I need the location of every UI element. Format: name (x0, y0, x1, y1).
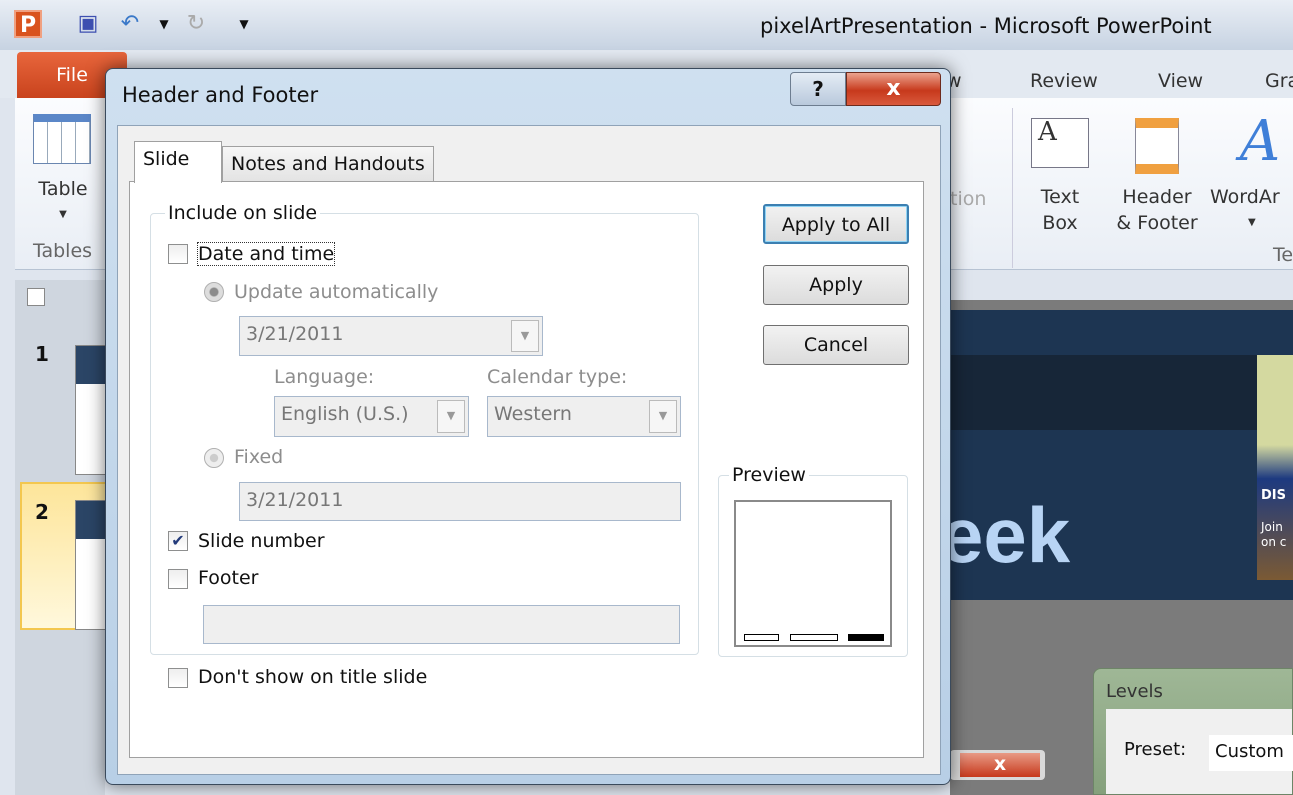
slide-number-placeholder (848, 634, 884, 641)
date-placeholder (744, 634, 779, 641)
language-select[interactable]: English (U.S.) ▼ (274, 396, 469, 437)
footer-label[interactable]: Footer (198, 567, 258, 589)
update-automatically-label[interactable]: Update automatically (234, 281, 438, 303)
chevron-down-icon: ▼ (511, 320, 539, 352)
text-box-icon: A (1031, 118, 1089, 168)
close-button[interactable]: x (846, 72, 941, 106)
slide-badge: DIS (1261, 488, 1286, 503)
wordart-icon: A (1239, 109, 1281, 174)
fixed-date-input[interactable]: 3/21/2011 (239, 482, 681, 521)
slide-badge-sub: Join on c (1261, 520, 1286, 550)
preset-select[interactable]: Custom (1209, 735, 1293, 771)
table-button[interactable]: Table ▼ (33, 114, 93, 228)
text-box-label-2: Box (1042, 212, 1078, 234)
levels-dialog: Levels Preset: Custom (1093, 668, 1293, 795)
dialog-client: Slide Notes and Handouts Include on slid… (117, 125, 941, 775)
action-label[interactable]: tion (950, 186, 986, 212)
preset-label: Preset: (1124, 739, 1187, 760)
slide-number-1: 1 (35, 342, 49, 366)
text-group-label: Te (1273, 244, 1293, 266)
chevron-down-icon: ▼ (59, 209, 67, 220)
footer-input[interactable] (203, 605, 680, 644)
text-box-button[interactable]: A Text Box (1027, 118, 1093, 236)
help-button[interactable]: ? (790, 72, 846, 106)
chevron-down-icon: ▼ (437, 400, 465, 433)
slide-heading: eek (940, 491, 1071, 579)
update-automatically-radio[interactable] (204, 282, 224, 302)
date-time-checkbox[interactable] (168, 244, 188, 264)
chevron-down-icon: ▼ (649, 400, 677, 433)
outline-toggle-icon[interactable] (27, 288, 45, 306)
background-window: x (950, 750, 1045, 780)
apply-to-all-button[interactable]: Apply to All (763, 204, 909, 244)
calendar-type-value: Western (494, 403, 572, 425)
header-footer-button[interactable]: Header & Footer (1107, 118, 1207, 236)
preview-label: Preview (732, 464, 806, 486)
window-title: pixelArtPresentation - Microsoft PowerPo… (760, 14, 1212, 38)
customize-toolbar-icon[interactable]: ▼ (230, 10, 258, 38)
fixed-radio[interactable] (204, 448, 224, 468)
wordart-label: WordAr (1210, 186, 1280, 208)
slide-number-2: 2 (35, 500, 49, 524)
group-label: Include on slide (168, 202, 318, 224)
apply-button[interactable]: Apply (763, 265, 909, 305)
date-format-value: 3/21/2011 (246, 323, 344, 345)
date-format-select[interactable]: 3/21/2011 ▼ (239, 316, 543, 356)
group-divider (1012, 108, 1013, 268)
language-value: English (U.S.) (281, 403, 409, 425)
header-footer-dialog: Header and Footer ? x Slide Notes and Ha… (105, 68, 951, 785)
header-footer-label-2: & Footer (1116, 212, 1198, 234)
tab-pane: Include on slide Date and time Update au… (129, 181, 924, 758)
dialog-title: Header and Footer (122, 83, 319, 107)
footer-checkbox[interactable] (168, 569, 188, 589)
undo-dropdown-icon[interactable]: ▼ (150, 10, 178, 38)
dont-show-title-checkbox[interactable] (168, 668, 188, 688)
tab-view[interactable]: View (1158, 70, 1203, 92)
table-label: Table (38, 178, 88, 200)
calendar-type-select[interactable]: Western ▼ (487, 396, 681, 437)
tab-notes-and-handouts[interactable]: Notes and Handouts (222, 146, 434, 184)
tables-group-label: Tables (33, 240, 93, 262)
wordart-button[interactable]: A WordAr ▼ (1210, 112, 1293, 236)
dont-show-title-label[interactable]: Don't show on title slide (198, 666, 427, 688)
badge-line: on c (1261, 535, 1287, 549)
levels-title: Levels (1106, 681, 1163, 702)
text-box-label-1: Text (1040, 186, 1080, 208)
language-label: Language: (274, 366, 375, 388)
slide-banner (950, 355, 1293, 430)
badge-line: Join (1261, 520, 1283, 534)
powerpoint-logo-icon: P (14, 10, 42, 38)
preview-box (734, 500, 892, 647)
date-time-label[interactable]: Date and time (196, 242, 336, 266)
chevron-down-icon: ▼ (1248, 217, 1256, 228)
redo-icon[interactable]: ↻ (182, 10, 210, 38)
slides-pane: 1 2 (15, 280, 120, 795)
table-icon (33, 114, 91, 164)
tab-slide[interactable]: Slide (134, 141, 222, 183)
fixed-label[interactable]: Fixed (234, 446, 283, 468)
tab-review[interactable]: Review (1030, 70, 1098, 92)
cancel-button[interactable]: Cancel (763, 325, 909, 365)
header-footer-icon (1135, 118, 1179, 174)
slide-number-label[interactable]: Slide number (198, 530, 325, 552)
tab-graphics-partial[interactable]: Gra (1265, 70, 1293, 92)
calendar-type-label: Calendar type: (487, 366, 628, 388)
close-icon[interactable]: x (960, 753, 1040, 777)
footer-placeholder (790, 634, 838, 641)
save-icon[interactable]: ▣ (74, 10, 102, 38)
slide-number-checkbox[interactable]: ✔ (168, 531, 188, 551)
header-footer-label-1: Header (1122, 186, 1192, 208)
slide-image: DIS Join on c (1257, 355, 1293, 580)
undo-icon[interactable]: ↶ (116, 10, 144, 38)
